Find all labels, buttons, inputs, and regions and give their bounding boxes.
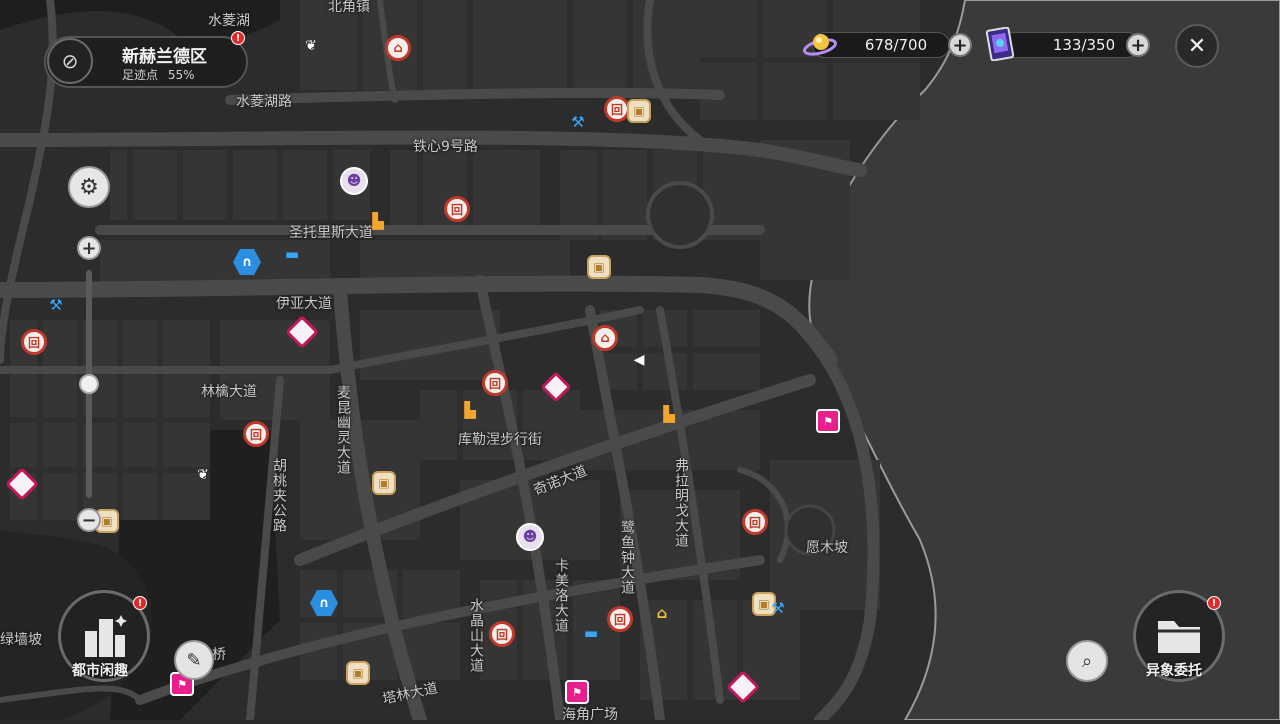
- shop-marker-icon[interactable]: 回: [21, 329, 47, 355]
- car-marker-icon[interactable]: ▬: [580, 622, 602, 644]
- label-yiya-ave: 伊亚大道: [276, 296, 332, 312]
- card-value: 133/350: [1052, 36, 1116, 54]
- bank-marker-icon[interactable]: ⌂: [652, 603, 672, 623]
- rocket-marker-icon[interactable]: ⌂: [385, 35, 411, 61]
- label-egret-ave: 鹭鱼钟大道: [619, 520, 635, 595]
- label-kamei-ave: 卡美洛大道: [553, 558, 569, 633]
- label-kulenie-street: 库勒涅步行街: [458, 432, 542, 448]
- label-yuanmu-slope: 愿木坡: [806, 540, 848, 556]
- label-bridge: 桥: [212, 647, 226, 663]
- shop-marker-icon[interactable]: 回: [482, 370, 508, 396]
- compass-icon[interactable]: ⊘: [47, 38, 93, 84]
- icecream-marker-icon[interactable]: ◀: [628, 349, 650, 371]
- settings-gear-icon[interactable]: ⚙: [68, 166, 110, 208]
- label-shuiling-lake: 水菱湖: [208, 13, 250, 29]
- energy-orb-icon: [800, 25, 840, 65]
- label-tiexin-road: 铁心9号路: [413, 139, 478, 155]
- alert-badge-icon: !: [1207, 596, 1221, 610]
- energy-value: 678/700: [864, 36, 928, 54]
- alert-badge-icon: !: [231, 31, 245, 45]
- shop-marker-icon[interactable]: 回: [607, 606, 633, 632]
- district-name: 新赫兰德区: [122, 47, 207, 67]
- city-fun-label: 都市闲趣: [72, 663, 128, 679]
- label-green-wall-slope: 绿墙坡: [0, 632, 42, 648]
- package-marker-icon[interactable]: ▣: [346, 661, 370, 685]
- progress-value: 55%: [167, 68, 195, 82]
- label-shuiling-lake-road: 水菱湖路: [236, 94, 292, 110]
- label-maikun-ave: 麦昆幽灵大道: [335, 385, 351, 475]
- label-linqin-ave: 林檎大道: [201, 384, 257, 400]
- label-shuimiao-ave: 水晶山大道: [468, 598, 484, 673]
- zoom-out-button[interactable]: −: [77, 508, 101, 532]
- rocket-marker-icon[interactable]: ⌂: [592, 325, 618, 351]
- zoom-in-button[interactable]: +: [77, 236, 101, 260]
- label-feilaming-ave: 弗拉明戈大道: [673, 458, 689, 548]
- add-energy-button[interactable]: +: [948, 33, 972, 57]
- repair-marker-icon[interactable]: ⚒: [567, 111, 589, 133]
- progress-label: 足迹点: [122, 68, 159, 82]
- label-hutao-road: 胡桃夹公路: [271, 458, 287, 533]
- card-pack-icon: [985, 27, 1015, 61]
- add-card-button[interactable]: +: [1126, 33, 1150, 57]
- map-search-icon[interactable]: ⌕: [1066, 640, 1108, 682]
- shop-marker-icon[interactable]: 回: [489, 621, 515, 647]
- shop-marker-icon[interactable]: 回: [243, 421, 269, 447]
- car-marker-icon[interactable]: ▬: [281, 243, 303, 265]
- anomaly-commission-label: 异象委托: [1146, 663, 1202, 679]
- checkered-flag-marker-icon[interactable]: ⚑: [816, 409, 840, 433]
- character-marker-icon[interactable]: ☻: [340, 167, 368, 195]
- label-haijiao-plaza: 海角广场: [562, 707, 618, 723]
- city-buildings-icon: [85, 615, 127, 657]
- building-marker-icon[interactable]: ▙: [461, 401, 479, 419]
- bird-marker-icon[interactable]: ❦: [192, 464, 214, 486]
- notes-edit-icon[interactable]: ✎: [174, 640, 214, 680]
- package-marker-icon[interactable]: ▣: [587, 255, 611, 279]
- building-marker-icon[interactable]: ▙: [369, 212, 387, 230]
- package-marker-icon[interactable]: ▣: [627, 99, 651, 123]
- package-marker-icon[interactable]: ▣: [372, 471, 396, 495]
- shop-marker-icon[interactable]: 回: [444, 196, 470, 222]
- shop-marker-icon[interactable]: 回: [742, 509, 768, 535]
- character-marker-icon[interactable]: ☻: [516, 523, 544, 551]
- folder-icon: [1158, 621, 1200, 653]
- repair-marker-icon[interactable]: ⚒: [767, 597, 789, 619]
- bird-marker-icon[interactable]: ❦: [300, 35, 322, 57]
- card-counter: 133/350: [1000, 32, 1140, 58]
- zoom-slider-handle[interactable]: [79, 374, 99, 394]
- checkered-flag-marker-icon[interactable]: ⚑: [565, 680, 589, 704]
- repair-marker-icon[interactable]: ⚒: [45, 294, 67, 316]
- label-beijiao-town: 北角镇: [328, 0, 370, 15]
- label-santorius-ave: 圣托里斯大道: [289, 225, 373, 241]
- building-marker-icon[interactable]: ▙: [660, 405, 678, 423]
- district-progress: 足迹点 55%: [122, 66, 195, 83]
- alert-badge-icon: !: [133, 596, 147, 610]
- close-button[interactable]: ✕: [1175, 24, 1219, 68]
